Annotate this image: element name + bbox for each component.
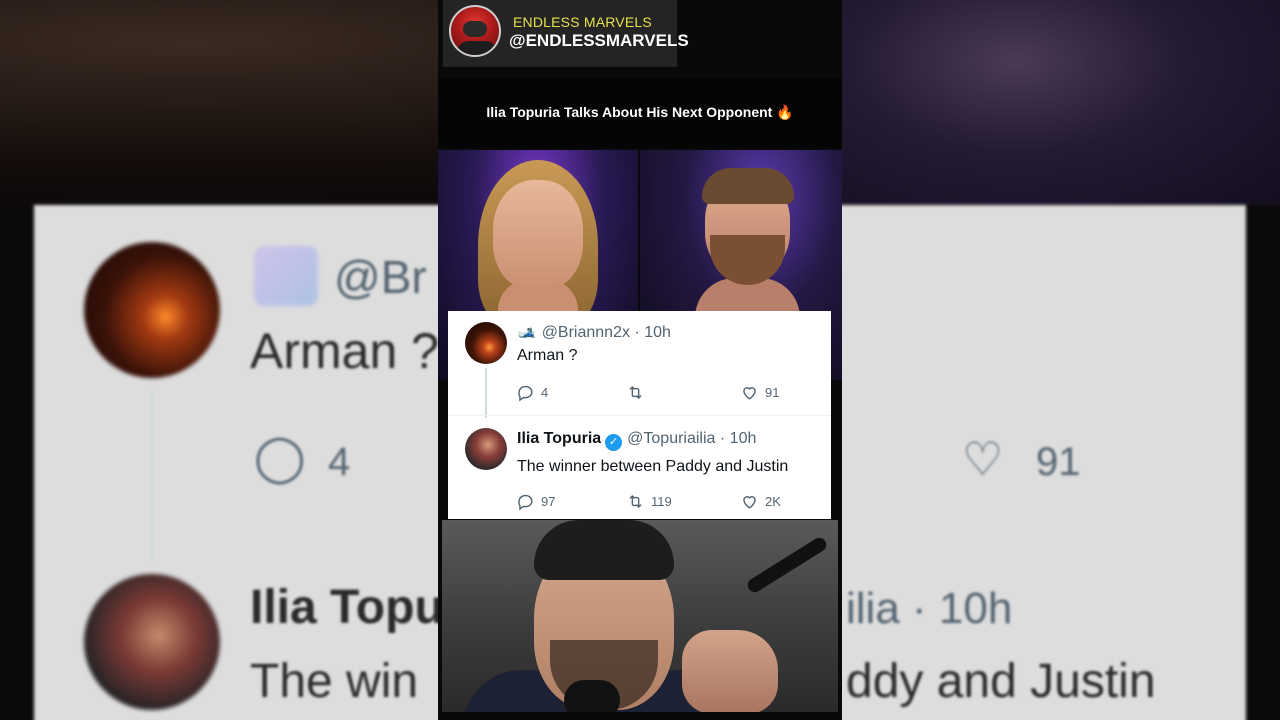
headline-text: Ilia Topuria Talks About His Next Oppone…	[486, 104, 773, 120]
channel-name: ENDLESS MARVELS	[513, 14, 652, 30]
reply-count: 4	[541, 385, 549, 400]
tweet-header: 🎿 @Briannn2x · 10h	[517, 323, 671, 342]
tweet-time[interactable]: · 10h	[720, 430, 756, 447]
reply-icon	[518, 385, 533, 402]
heart-icon	[743, 387, 756, 400]
background-handle-2: ilia · 10h	[846, 584, 1013, 633]
reply-button[interactable]: 97	[516, 492, 555, 511]
photo-hand	[682, 630, 778, 712]
like-button[interactable]: 2K	[740, 492, 781, 511]
background-name: Ilia Topu	[250, 581, 444, 634]
retweet-count: 119	[651, 494, 672, 509]
background-photo-top-right	[840, 0, 1280, 205]
tweet-text: The winner between Paddy and Justin	[517, 458, 789, 475]
reply-icon	[518, 494, 533, 511]
fire-icon: 🔥	[776, 104, 794, 120]
channel-badge[interactable]: ENDLESS MARVELS @ENDLESSMARVELS	[443, 0, 689, 67]
like-button[interactable]: 91	[740, 383, 779, 402]
background-avatar-briannn	[84, 242, 220, 378]
channel-avatar[interactable]	[449, 5, 501, 57]
tweet-actions: 97 119 2K	[516, 492, 816, 512]
background-body-left: The win	[250, 655, 419, 708]
retweet-icon	[629, 385, 642, 400]
reply-count: 97	[541, 494, 556, 509]
background-reply-icon: ◯	[254, 431, 306, 483]
tweet-header: Ilia Topuria ✓ @Topuriailia · 10h	[517, 430, 756, 451]
like-count: 2K	[765, 494, 781, 509]
ski-icon: 🎿	[517, 324, 536, 341]
retweet-icon	[629, 494, 642, 509]
avatar-body	[457, 41, 497, 55]
headline-bar: Ilia Topuria Talks About His Next Oppone…	[438, 78, 842, 148]
background-body-right: ddy and Justin	[846, 655, 1156, 708]
tweet-text: Arman ?	[517, 347, 578, 364]
retweet-button[interactable]	[626, 383, 651, 402]
avatar-mask	[463, 21, 487, 37]
background-reply-text: Arman ?	[250, 323, 439, 379]
headline: Ilia Topuria Talks About His Next Oppone…	[438, 104, 842, 121]
photo-hair	[702, 168, 794, 204]
heart-icon	[743, 496, 756, 509]
background-like-count: 91	[1036, 440, 1081, 484]
tweet-display-name[interactable]: Ilia Topuria	[517, 430, 601, 447]
retweet-button[interactable]: 119	[626, 492, 672, 511]
photo-mic-boom	[745, 535, 829, 595]
photo-head	[493, 180, 583, 290]
tweet-reply-briannn[interactable]: 🎿 @Briannn2x · 10h Arman ? 4 91	[448, 311, 831, 418]
background-like-icon: ♡	[962, 433, 1004, 485]
avatar[interactable]	[465, 428, 507, 470]
tweet-time[interactable]: · 10h	[634, 324, 670, 341]
channel-handle: @ENDLESSMARVELS	[509, 31, 689, 50]
photo-hair	[534, 520, 674, 580]
tweet-actions: 4 91	[516, 383, 816, 403]
avatar[interactable]	[465, 322, 507, 364]
background-reply-count: 4	[328, 440, 351, 484]
background-avatar-topuria	[84, 574, 220, 710]
photo-topuria-press	[442, 520, 838, 712]
tweet-topuria[interactable]: Ilia Topuria ✓ @Topuriailia · 10h The winn…	[448, 415, 831, 520]
tweet-handle[interactable]: @Briannn2x	[542, 324, 630, 341]
background-ski-icon	[254, 246, 318, 306]
tweet-handle[interactable]: @Topuriailia	[627, 430, 715, 447]
photo-microphone	[564, 680, 620, 712]
photo-beard	[710, 235, 785, 285]
thread-line	[485, 368, 487, 418]
verified-badge-icon: ✓	[605, 434, 623, 451]
background-thread-line	[150, 392, 153, 562]
reply-button[interactable]: 4	[516, 383, 548, 402]
tweet-thread-card: 🎿 @Briannn2x · 10h Arman ? 4 91 Ilia Topu…	[448, 311, 831, 519]
background-handle: @Br	[334, 251, 427, 303]
like-count: 91	[765, 385, 780, 400]
